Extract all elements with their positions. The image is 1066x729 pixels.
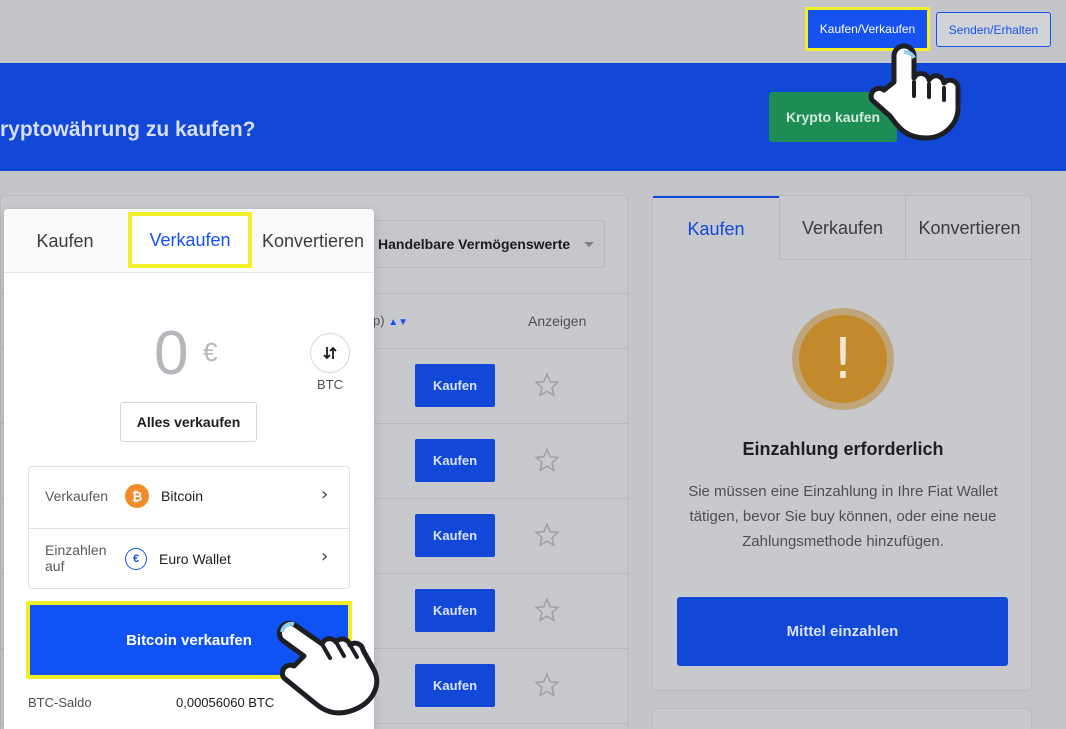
chevron-right-icon: › [321,484,329,505]
column-header-change[interactable]: p) ▲▼ [373,313,408,328]
sell-all-button[interactable]: Alles verkaufen [120,402,257,442]
star-icon[interactable] [534,672,560,698]
trade-panel: Kaufen Verkaufen Konvertieren ! Einzahlu… [652,195,1033,691]
deposit-target-label: Einzahlen auf [45,542,107,574]
trade-tabs: Kaufen Verkaufen Konvertieren [653,196,1033,260]
column-header-change-label: p) [373,313,385,328]
swap-currency-label: BTC [317,377,343,392]
asset-filter-label: Handelbare Vermögenswerte [378,236,571,252]
asset-filter-select[interactable]: Handelbare Vermögenswerte [367,220,605,268]
sell-asset-label: Verkaufen [45,488,109,504]
deposit-target-row[interactable]: Einzahlen auf € Euro Wallet › [29,528,349,589]
row-buy-button[interactable]: Kaufen [415,364,495,407]
warning-symbol: ! [799,315,887,403]
tab-buy[interactable]: Kaufen [653,196,779,260]
sort-icon: ▲▼ [388,317,408,328]
balance-label: BTC-Saldo [28,695,92,710]
tab-convert[interactable]: Konvertieren [252,209,374,273]
star-icon[interactable] [534,372,560,398]
star-icon[interactable] [534,447,560,473]
deposit-funds-button[interactable]: Mittel einzahlen [677,597,1008,666]
star-icon[interactable] [534,522,560,548]
column-header-show: Anzeigen [528,313,587,329]
tab-convert[interactable]: Konvertieren [905,196,1033,260]
tab-sell[interactable]: Verkaufen [128,212,252,268]
row-buy-button[interactable]: Kaufen [415,439,495,482]
chevron-down-icon [584,242,594,247]
row-buy-button[interactable]: Kaufen [415,664,495,707]
deposit-target-value: Euro Wallet [159,551,231,567]
tab-buy[interactable]: Kaufen [4,209,126,273]
sell-asset-row[interactable]: Verkaufen ₿ Bitcoin › [29,467,349,528]
sell-asset-value: Bitcoin [161,488,204,504]
row-buy-button[interactable]: Kaufen [415,514,495,557]
star-icon[interactable] [534,597,560,623]
bitcoin-icon: ₿ [125,484,149,508]
balance-value: 0,00056060 BTC [176,695,275,710]
amount-currency: € [203,337,218,367]
banner-title: ryptowährung zu kaufen? [0,118,256,141]
deposit-required-heading: Einzahlung erforderlich [742,439,944,459]
popup-tabs: Kaufen Verkaufen Konvertieren [4,209,374,273]
row-buy-button[interactable]: Kaufen [415,589,495,632]
amount-value[interactable]: 0 [154,323,188,385]
tab-sell[interactable]: Verkaufen [779,196,905,260]
secondary-card [652,708,1032,729]
warning-icon: ! [792,308,894,410]
swap-arrows-icon [323,346,337,360]
pointer-hand-icon [276,620,380,716]
swap-currency-button[interactable] [310,333,350,373]
order-details: Verkaufen ₿ Bitcoin › Einzahlen auf € Eu… [28,466,350,589]
euro-icon: € [125,548,147,570]
chevron-right-icon: › [321,546,329,567]
pointer-hand-icon [868,43,961,141]
deposit-required-text: Sie müssen eine Einzahlung in Ihre Fiat … [688,483,998,550]
